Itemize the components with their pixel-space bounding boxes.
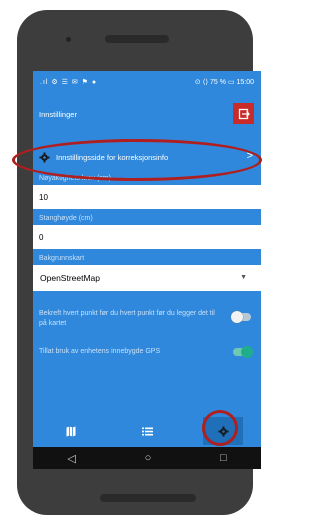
pole-height-value: 0: [39, 232, 44, 242]
basemap-value: OpenStreetMap: [40, 273, 101, 283]
status-icons-left: .ıl ⚙ ☰ ✉ ⚑ ●: [40, 79, 98, 86]
basemap-label: Bakgrunnskart: [39, 255, 85, 262]
gear-icon: [217, 425, 229, 437]
exit-icon: [238, 108, 250, 119]
confirm-points-row: Bekreft hvert punkt før du hvert punkt f…: [33, 301, 261, 331]
speaker-grille: [105, 35, 169, 43]
nav-map[interactable]: [51, 417, 91, 445]
app-bar: Innstillinger: [33, 93, 261, 135]
status-bar: .ıl ⚙ ☰ ✉ ⚑ ● ⊙ ⟨⟩ 75 % ▭ 15:00: [33, 71, 261, 93]
basemap-select[interactable]: OpenStreetMap ▼: [33, 265, 261, 291]
gear-icon: [39, 151, 50, 163]
back-button[interactable]: ◁: [67, 452, 75, 465]
page-title: Innstillinger: [39, 109, 77, 119]
chevron-right-icon: >: [246, 150, 253, 162]
toggle-knob: [231, 311, 243, 323]
app-screen: .ıl ⚙ ☰ ✉ ⚑ ● ⊙ ⟨⟩ 75 % ▭ 15:00 Innstill…: [33, 71, 261, 455]
bottom-navigation: [33, 415, 261, 447]
device-gps-row: Tillat bruk av enhetens innebygde GPS: [33, 346, 261, 367]
phone-bottom-bar: [100, 494, 196, 502]
recents-button[interactable]: □: [220, 452, 227, 464]
confirm-points-toggle[interactable]: [231, 311, 251, 323]
dropdown-arrow-icon: ▼: [240, 274, 247, 281]
list-icon: [141, 427, 153, 435]
map-icon: [66, 426, 76, 436]
toggle-knob: [241, 346, 253, 358]
accuracy-input[interactable]: 10: [33, 185, 261, 209]
pole-height-label: Stanghøyde (cm): [39, 215, 93, 222]
device-gps-toggle[interactable]: [233, 346, 253, 358]
home-button[interactable]: ○: [145, 452, 152, 464]
android-navigation-bar: ◁ ○ □: [33, 447, 261, 469]
nav-settings[interactable]: [203, 417, 243, 445]
accuracy-value: 10: [39, 192, 48, 202]
camera-dot: [66, 37, 71, 42]
device-gps-label: Tillat bruk av enhetens innebygde GPS: [39, 348, 161, 355]
correction-settings-link[interactable]: Innstillingsside for korreksjonsinfo >: [33, 143, 261, 171]
correction-settings-label: Innstillingsside for korreksjonsinfo: [56, 152, 169, 162]
status-icons-right: ⊙ ⟨⟩ 75 % ▭ 15:00: [194, 79, 254, 86]
pole-height-input[interactable]: 0: [33, 225, 261, 249]
exit-button[interactable]: [233, 103, 254, 124]
nav-list[interactable]: [127, 417, 167, 445]
confirm-points-label: Bekreft hvert punkt før du hvert punkt f…: [39, 310, 215, 327]
accuracy-label: Nøyaktighets krav (cm): [39, 175, 111, 182]
settings-content: Innstillingsside for korreksjonsinfo > N…: [33, 135, 261, 415]
